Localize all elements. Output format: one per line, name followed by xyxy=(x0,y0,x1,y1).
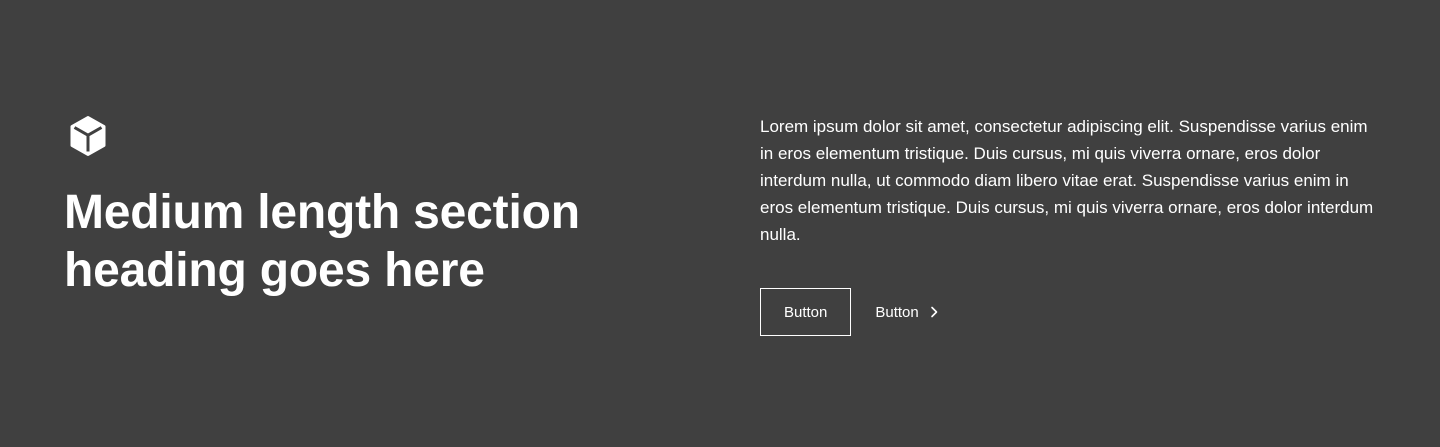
button-group: Button Button xyxy=(760,288,1376,336)
primary-button[interactable]: Button xyxy=(760,288,852,336)
section-content: Lorem ipsum dolor sit amet, consectetur … xyxy=(760,113,1376,336)
secondary-button-label: Button xyxy=(875,303,919,321)
chevron-right-icon xyxy=(930,306,938,318)
section-header: Medium length section heading goes here xyxy=(64,112,644,300)
section-heading: Medium length section heading goes here xyxy=(64,186,580,297)
cube-icon xyxy=(70,116,106,156)
feature-section: Medium length section heading goes here … xyxy=(0,0,1440,447)
secondary-button[interactable]: Button xyxy=(875,288,940,336)
section-body-text: Lorem ipsum dolor sit amet, consectetur … xyxy=(760,117,1374,244)
